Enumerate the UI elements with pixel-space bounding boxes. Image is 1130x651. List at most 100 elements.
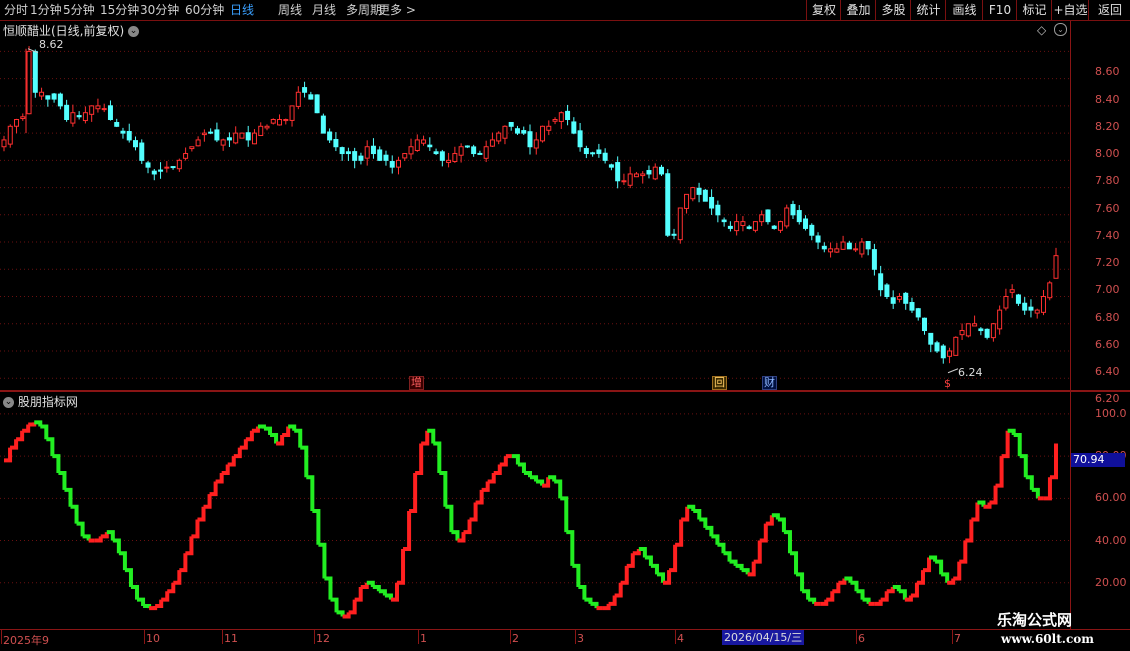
- toolbar-button-0[interactable]: 复权: [806, 0, 841, 20]
- candle: [283, 118, 289, 125]
- indicator-segment: [620, 565, 629, 585]
- indicator-segment: [959, 540, 968, 564]
- candle: [577, 122, 583, 152]
- candle: [696, 182, 702, 203]
- event-marker-finance[interactable]: 财: [762, 376, 777, 390]
- toolbar-button-2[interactable]: 多股: [875, 0, 911, 20]
- candle: [790, 200, 796, 220]
- candle: [139, 139, 145, 164]
- chevron-down-icon[interactable]: ⌄: [128, 26, 140, 37]
- candle: [646, 165, 652, 179]
- indicator-segment: [161, 591, 170, 602]
- event-marker-add[interactable]: 增: [409, 376, 424, 390]
- candle: [571, 117, 577, 135]
- indicator-segment: [935, 559, 944, 575]
- period-tab-0[interactable]: 分时: [4, 2, 28, 18]
- candle: [7, 124, 13, 148]
- indicator-segment: [251, 426, 260, 433]
- period-tab-10[interactable]: 更多 >: [378, 2, 416, 18]
- indicator-segment: [965, 519, 974, 543]
- candle: [76, 111, 82, 120]
- date-label: 4: [677, 632, 684, 645]
- period-tab-9[interactable]: 多周期: [346, 2, 382, 18]
- indicator-segment: [953, 561, 962, 581]
- circle-chevron-icon[interactable]: ⌄: [1054, 23, 1067, 36]
- candle: [1053, 247, 1059, 279]
- chevron-down-icon[interactable]: ⌄: [3, 397, 14, 408]
- diamond-icon[interactable]: ◇: [1037, 23, 1046, 37]
- candle: [859, 237, 865, 258]
- price-chart[interactable]: [0, 21, 1070, 390]
- toolbar-button-4[interactable]: 画线: [945, 0, 983, 20]
- date-label: 1: [420, 632, 427, 645]
- period-tab-4[interactable]: 30分钟: [140, 2, 179, 18]
- cursor-date: 2026/04/15/三: [722, 630, 805, 645]
- indicator-segment: [348, 599, 357, 615]
- candle: [364, 140, 370, 166]
- indicator-segment: [578, 585, 587, 600]
- indicator-segment: [324, 576, 333, 600]
- indicator-title: ⌄ 股朋指标网: [3, 393, 78, 410]
- date-label: 2025年9: [3, 634, 49, 647]
- candle: [1040, 289, 1046, 316]
- price-tick-label: 8.20: [1095, 119, 1120, 133]
- indicator-segment: [916, 570, 925, 585]
- indicator-segment: [602, 603, 611, 611]
- indicator-segment: [94, 536, 103, 543]
- candle: [101, 103, 107, 113]
- toolbar-button-5[interactable]: F10: [982, 0, 1017, 20]
- period-tab-6[interactable]: 日线: [230, 2, 254, 18]
- period-tab-3[interactable]: 15分钟: [100, 2, 139, 18]
- indicator-segment: [1031, 487, 1040, 499]
- period-tab-5[interactable]: 60分钟: [185, 2, 224, 18]
- period-tab-8[interactable]: 月线: [312, 2, 336, 18]
- indicator-segment: [789, 551, 799, 575]
- indicator-segment: [4, 447, 13, 463]
- panel-divider[interactable]: [0, 390, 1130, 392]
- indicator-tick-label: 20.00: [1095, 575, 1127, 589]
- indicator-segment: [421, 430, 430, 446]
- indicator-segment: [185, 536, 194, 556]
- candle: [446, 152, 452, 168]
- candle: [621, 173, 627, 185]
- indicator-segment: [100, 532, 109, 539]
- indicator-segment: [475, 489, 484, 505]
- event-marker-return[interactable]: 回: [712, 376, 727, 390]
- indicator-panel[interactable]: ⌄ 股朋指标网: [0, 393, 1070, 629]
- indicator-segment: [560, 496, 569, 533]
- indicator-segment: [1019, 454, 1028, 478]
- price-tick-label: 8.60: [1095, 65, 1120, 79]
- toolbar-button-3[interactable]: 统计: [910, 0, 946, 20]
- candle: [370, 138, 376, 159]
- candle: [878, 265, 884, 297]
- period-tab-7[interactable]: 周线: [278, 2, 302, 18]
- candle: [302, 81, 308, 98]
- period-tab-2[interactable]: 5分钟: [63, 2, 95, 18]
- price-tick-label: 6.80: [1095, 310, 1120, 324]
- candle: [940, 344, 946, 364]
- price-tick-label: 6.60: [1095, 337, 1120, 351]
- indicator-segment: [10, 439, 19, 450]
- indicator-segment: [530, 475, 539, 482]
- candle: [289, 105, 295, 127]
- indicator-chart[interactable]: [0, 393, 1070, 629]
- price-tick-label: 6.40: [1095, 364, 1120, 378]
- candle: [464, 145, 470, 149]
- toolbar-button-7[interactable]: +自选: [1051, 0, 1089, 20]
- candle: [552, 117, 558, 125]
- candle: [752, 221, 758, 233]
- candle: [258, 122, 264, 137]
- price-tick-label: 8.40: [1095, 92, 1120, 106]
- toolbar-button-8[interactable]: 返回: [1088, 0, 1130, 20]
- price-chart-panel[interactable]: 恒顺醋业(日线,前复权) ⌄ ◇ ⌄ 8.62 6.24 增 回 财 $: [0, 21, 1070, 390]
- date-label: 10: [146, 632, 160, 645]
- toolbar-button-1[interactable]: 叠加: [840, 0, 876, 20]
- price-axis: 6.20 6.40 6.60 6.80 7.00 7.20 7.40 7.60 7.80 8.00…: [1070, 21, 1130, 629]
- date-tick: [314, 630, 315, 644]
- date-axis: 2025年9 10 11 12 1 2 3 4 6 7: [0, 629, 1130, 651]
- toolbar-button-6[interactable]: 标记: [1016, 0, 1052, 20]
- candle: [928, 332, 934, 353]
- event-marker-dividend[interactable]: $: [943, 378, 952, 390]
- indicator-tick-label: 60.00: [1095, 491, 1127, 505]
- period-tab-1[interactable]: 1分钟: [30, 2, 62, 18]
